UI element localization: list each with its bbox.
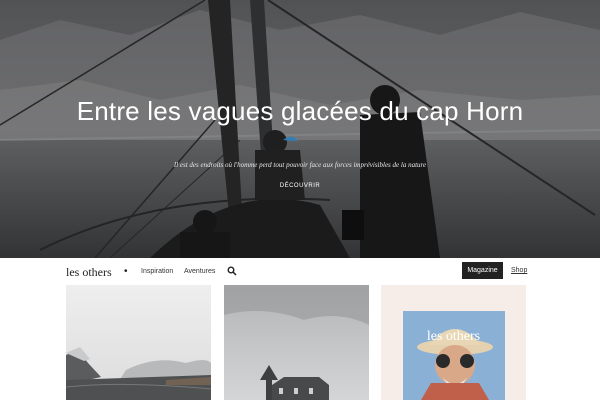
brand-logo[interactable]: les others (66, 265, 112, 280)
hero-title: Entre les vagues glacées du cap Horn (76, 96, 524, 126)
discover-button[interactable]: DÉCOUVRIR (270, 183, 330, 189)
magazine-card[interactable]: les others (381, 285, 526, 400)
magazine-button[interactable]: Magazine (462, 262, 503, 279)
magazine-cover-title: les others (426, 329, 481, 344)
main-nav: les others • Inspiration Aventures Magaz… (0, 258, 600, 285)
hero-banner: Entre les vagues glacées du cap Horn Il … (0, 0, 600, 258)
nav-link-inspiration[interactable]: Inspiration (141, 268, 173, 275)
article-card-2[interactable] (224, 285, 369, 400)
hero-photo (0, 0, 600, 258)
article-card-1[interactable] (66, 285, 211, 400)
mountain-landscape-image (66, 285, 211, 400)
church-landscape-image (224, 285, 369, 400)
nav-separator: • (124, 266, 128, 277)
search-icon[interactable] (227, 266, 237, 276)
shop-link[interactable]: Shop (511, 267, 527, 274)
nav-link-aventures[interactable]: Aventures (184, 268, 215, 275)
hero-subtitle: Il est des endroits où l'homme perd tout… (173, 161, 427, 169)
